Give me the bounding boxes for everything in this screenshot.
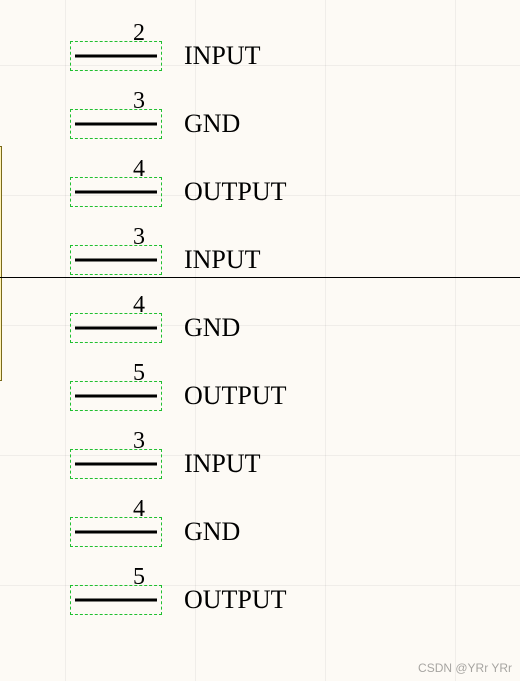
pin-lead-line bbox=[75, 395, 157, 398]
pin-row: 2 INPUT bbox=[70, 34, 261, 78]
pin-lead-line bbox=[75, 191, 157, 194]
pin-lead-line bbox=[75, 259, 157, 262]
pin-lead-line bbox=[75, 463, 157, 466]
pin-symbol[interactable]: 5 bbox=[70, 381, 162, 411]
pin-label: GND bbox=[184, 517, 240, 547]
pin-number: 2 bbox=[133, 20, 145, 47]
pin-row: 3 INPUT bbox=[70, 442, 261, 486]
pin-row: 5 OUTPUT bbox=[70, 578, 287, 622]
pin-number: 5 bbox=[133, 360, 145, 387]
pin-row: 3 INPUT bbox=[70, 238, 261, 282]
pin-symbol[interactable]: 2 bbox=[70, 41, 162, 71]
pin-label: OUTPUT bbox=[184, 177, 287, 207]
pin-label: INPUT bbox=[184, 245, 261, 275]
pin-row: 4 GND bbox=[70, 306, 240, 350]
pin-number: 3 bbox=[133, 88, 145, 115]
pin-row: 3 GND bbox=[70, 102, 240, 146]
pin-number: 3 bbox=[133, 428, 145, 455]
pin-lead-line bbox=[75, 531, 157, 534]
pin-symbol[interactable]: 4 bbox=[70, 313, 162, 343]
pin-label: INPUT bbox=[184, 41, 261, 71]
pin-symbol[interactable]: 3 bbox=[70, 245, 162, 275]
pin-symbol[interactable]: 3 bbox=[70, 449, 162, 479]
pin-number: 4 bbox=[133, 292, 145, 319]
pin-lead-line bbox=[75, 599, 157, 602]
pin-lead-line bbox=[75, 327, 157, 330]
pin-label: INPUT bbox=[184, 449, 261, 479]
pin-label: OUTPUT bbox=[184, 585, 287, 615]
watermark: CSDN @YRr YRr bbox=[418, 661, 512, 675]
pin-number: 4 bbox=[133, 156, 145, 183]
pin-row: 4 OUTPUT bbox=[70, 170, 287, 214]
pin-number: 3 bbox=[133, 224, 145, 251]
pin-number: 5 bbox=[133, 564, 145, 591]
pin-row: 5 OUTPUT bbox=[70, 374, 287, 418]
pin-symbol[interactable]: 4 bbox=[70, 517, 162, 547]
pin-lead-line bbox=[75, 123, 157, 126]
pin-symbol[interactable]: 5 bbox=[70, 585, 162, 615]
pin-lead-line bbox=[75, 55, 157, 58]
pin-row: 4 GND bbox=[70, 510, 240, 554]
pin-symbol[interactable]: 3 bbox=[70, 109, 162, 139]
component-body-edge bbox=[0, 146, 2, 381]
pin-label: GND bbox=[184, 313, 240, 343]
pin-symbol[interactable]: 4 bbox=[70, 177, 162, 207]
pin-label: GND bbox=[184, 109, 240, 139]
pin-number: 4 bbox=[133, 496, 145, 523]
pin-label: OUTPUT bbox=[184, 381, 287, 411]
